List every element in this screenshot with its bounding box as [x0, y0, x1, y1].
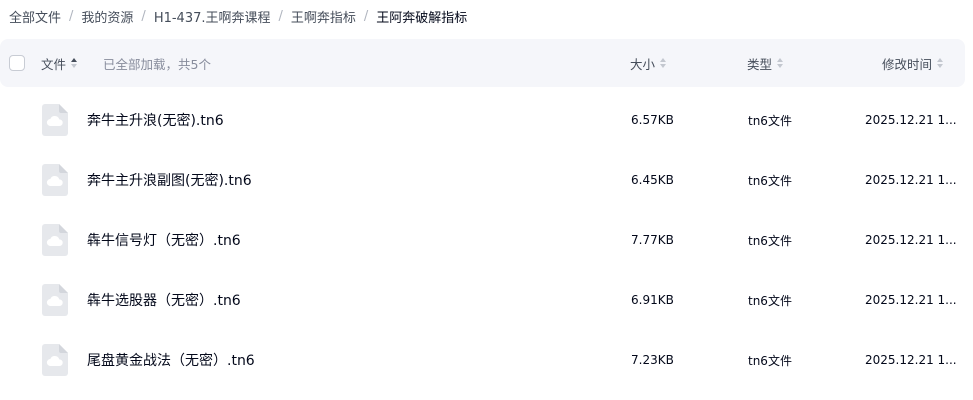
type-column-label: 类型 — [747, 56, 773, 72]
breadcrumb-my-resources[interactable]: 我的资源 — [81, 7, 133, 26]
name-column-label: 文件 — [41, 56, 67, 72]
file-name[interactable]: 奔牛主升浪副图(无密).tn6 — [87, 150, 252, 210]
breadcrumb-separator: / — [363, 8, 369, 24]
breadcrumb-course[interactable]: H1-437.王啊奔课程 — [154, 7, 271, 26]
file-name[interactable]: 犇牛信号灯（无密）.tn6 — [87, 210, 241, 270]
file-list-header: 文件 已全部加载，共5个 大小 类型 修改时间 — [0, 39, 965, 87]
breadcrumb-current-folder: 王阿奔破解指标 — [376, 10, 468, 26]
file-name[interactable]: 奔牛主升浪(无密).tn6 — [87, 90, 224, 150]
table-row[interactable]: 奔牛主升浪副图(无密).tn6 6.45KB tn6文件 2025.12.21 … — [0, 150, 965, 210]
cloud-file-icon — [42, 284, 68, 316]
sort-caret-icon — [71, 58, 78, 68]
sort-caret-icon — [937, 58, 944, 68]
file-size: 7.23KB — [631, 353, 674, 367]
breadcrumb-indicators[interactable]: 王啊奔指标 — [291, 7, 356, 26]
cloud-file-icon — [42, 104, 68, 136]
cloud-file-icon — [42, 224, 68, 256]
sort-by-type-button[interactable]: 类型 — [747, 39, 784, 87]
breadcrumb-all-files[interactable]: 全部文件 — [9, 7, 61, 26]
file-type: tn6文件 — [748, 173, 792, 188]
file-modified-time: 2025.12.21 1... — [865, 293, 957, 307]
time-column-label: 修改时间 — [882, 56, 933, 72]
cloud-file-icon — [42, 164, 68, 196]
file-size: 6.91KB — [631, 293, 674, 307]
loaded-count-text: 已全部加载，共5个 — [103, 56, 211, 72]
breadcrumb-separator: / — [278, 8, 283, 24]
file-modified-time: 2025.12.21 1... — [865, 353, 957, 367]
file-modified-time: 2025.12.21 1... — [865, 173, 957, 187]
file-type: tn6文件 — [748, 233, 792, 248]
breadcrumb-separator: / — [69, 8, 74, 24]
table-row[interactable]: 犇牛选股器（无密）.tn6 6.91KB tn6文件 2025.12.21 1.… — [0, 270, 965, 330]
table-row[interactable]: 犇牛信号灯（无密）.tn6 7.77KB tn6文件 2025.12.21 1.… — [0, 210, 965, 270]
sort-caret-icon — [660, 58, 667, 68]
cloud-file-icon — [42, 344, 68, 376]
file-size: 6.57KB — [631, 113, 674, 127]
select-all-checkbox[interactable] — [9, 55, 25, 71]
sort-by-time-button[interactable]: 修改时间 — [882, 39, 944, 87]
file-modified-time: 2025.12.21 1... — [865, 113, 957, 127]
sort-caret-icon — [777, 58, 784, 68]
file-modified-time: 2025.12.21 1... — [865, 233, 957, 247]
breadcrumb: 全部文件 / 我的资源 / H1-437.王啊奔课程 / 王啊奔指标 / 王阿奔… — [9, 6, 467, 26]
file-name[interactable]: 尾盘黄金战法（无密）.tn6 — [87, 330, 255, 390]
file-size: 6.45KB — [631, 173, 674, 187]
breadcrumb-separator: / — [141, 8, 146, 24]
file-type: tn6文件 — [748, 113, 792, 128]
table-row[interactable]: 奔牛主升浪(无密).tn6 6.57KB tn6文件 2025.12.21 1.… — [0, 90, 965, 150]
size-column-label: 大小 — [630, 56, 656, 72]
file-type: tn6文件 — [748, 293, 792, 308]
table-row[interactable]: 尾盘黄金战法（无密）.tn6 7.23KB tn6文件 2025.12.21 1… — [0, 330, 965, 390]
file-size: 7.77KB — [631, 233, 674, 247]
sort-by-name-button[interactable]: 文件 — [41, 39, 78, 87]
file-name[interactable]: 犇牛选股器（无密）.tn6 — [87, 270, 241, 330]
file-type: tn6文件 — [748, 353, 792, 368]
sort-by-size-button[interactable]: 大小 — [630, 39, 667, 87]
